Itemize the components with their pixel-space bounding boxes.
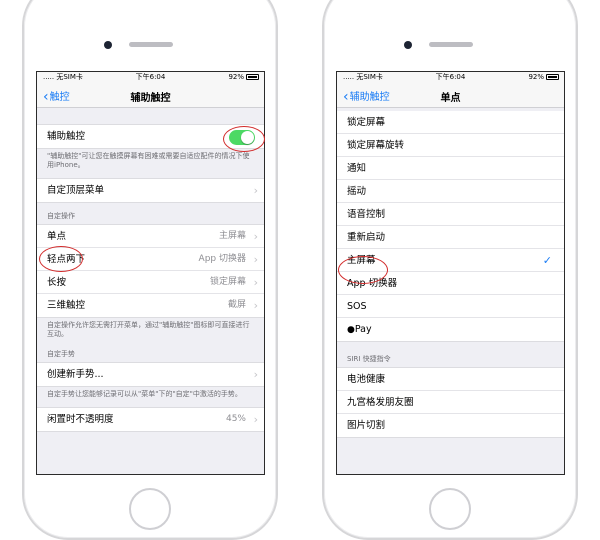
option-row[interactable]: App 切换器	[337, 272, 564, 295]
battery-icon	[546, 74, 559, 80]
nav-bar: ‹辅助触控 单点	[337, 83, 564, 108]
action-value: 截屏	[227, 300, 246, 310]
chevron-right-icon: ›	[253, 368, 258, 381]
custom-gestures-group: 创建新手势... ›	[37, 362, 264, 387]
customize-menu-label: 自定顶层菜单	[47, 185, 105, 196]
assistive-touch-toggle[interactable]	[229, 130, 255, 145]
page-title: 辅助触控	[130, 93, 171, 104]
battery-percent: 92%	[528, 73, 544, 81]
option-label: App 切换器	[347, 278, 398, 289]
siri-shortcut-label: 电池健康	[347, 374, 386, 385]
siri-shortcut-label: 九宫格发朋友圈	[347, 397, 414, 408]
idle-opacity-value: 45%	[225, 414, 246, 424]
action-label: 单点	[47, 231, 67, 242]
siri-shortcuts-header: SIRI 快捷指令	[347, 355, 391, 363]
siri-shortcut-label: 图片切割	[347, 420, 386, 431]
action-row-3d-touch[interactable]: 三维触控 截屏 ›	[37, 294, 264, 317]
phone-right: ..... 无SIM卡 下午6:04 92% ‹辅助触控 单点 锁定屏幕 锁定屏…	[322, 0, 578, 540]
chevron-right-icon: ›	[253, 299, 258, 312]
status-bar: ..... 无SIM卡 下午6:04 92%	[337, 72, 564, 83]
battery-percent: 92%	[228, 73, 244, 81]
home-button[interactable]	[129, 488, 171, 530]
assistive-touch-row: 辅助触控	[37, 125, 264, 148]
action-value: 主屏幕	[218, 231, 246, 241]
battery-status: 92%	[528, 72, 559, 83]
earpiece-speaker	[129, 42, 173, 47]
create-gesture-row[interactable]: 创建新手势... ›	[37, 363, 264, 386]
custom-actions-description: 自定操作允许您无需打开菜单，通过"辅助触控"图标即可直接进行互动。	[47, 321, 250, 338]
front-camera	[104, 41, 112, 49]
custom-actions-group: 单点 主屏幕 › 轻点两下 App 切换器 › 长按 锁定屏幕 › 三维触控 截…	[37, 224, 264, 318]
action-value: App 切换器	[198, 254, 246, 264]
option-label: SOS	[347, 301, 367, 312]
gestures-description: 自定手势让您能够记录可以从"菜单"下的"自定"中激活的手势。	[47, 390, 242, 398]
siri-shortcut-row[interactable]: 图片切割	[337, 414, 564, 437]
nav-bar: ‹触控 辅助触控	[37, 83, 264, 108]
option-label: 锁定屏幕	[347, 117, 386, 128]
action-label: 长按	[47, 277, 67, 288]
phone-left: ..... 无SIM卡 下午6:04 92% ‹触控 辅助触控 辅助触控 "辅助…	[22, 0, 278, 540]
action-value: 锁定屏幕	[209, 277, 246, 287]
front-camera	[404, 41, 412, 49]
option-label: 语音控制	[347, 209, 386, 220]
option-label: 重新启动	[347, 232, 386, 243]
option-label: 主屏幕	[347, 255, 376, 266]
battery-icon	[246, 74, 259, 80]
action-row-long-press[interactable]: 长按 锁定屏幕 ›	[37, 271, 264, 294]
chevron-right-icon: ›	[253, 413, 258, 426]
menu-group: 自定顶层菜单 ›	[37, 178, 264, 203]
siri-shortcut-row[interactable]: 九宫格发朋友圈	[337, 391, 564, 414]
screen-right: ..... 无SIM卡 下午6:04 92% ‹辅助触控 单点 锁定屏幕 锁定屏…	[336, 71, 565, 475]
status-bar: ..... 无SIM卡 下午6:04 92%	[37, 72, 264, 83]
assistive-touch-description: "辅助触控"可让您在触摸屏幕有困难或需要自适应配件的情况下使用iPhone。	[47, 152, 250, 169]
action-label: 轻点两下	[47, 254, 86, 265]
option-row[interactable]: 锁定屏幕	[337, 111, 564, 134]
opacity-group: 闲置时不透明度 45% ›	[37, 407, 264, 432]
action-row-double-tap[interactable]: 轻点两下 App 切换器 ›	[37, 248, 264, 271]
customize-menu-row[interactable]: 自定顶层菜单 ›	[37, 179, 264, 202]
chevron-right-icon: ›	[253, 230, 258, 243]
option-row[interactable]: SOS	[337, 295, 564, 318]
action-row-single-tap[interactable]: 单点 主屏幕 ›	[37, 225, 264, 248]
assistive-touch-group: 辅助触控	[37, 124, 264, 149]
create-gesture-label: 创建新手势...	[47, 369, 104, 380]
idle-opacity-row[interactable]: 闲置时不透明度 45% ›	[37, 408, 264, 431]
screen-left: ..... 无SIM卡 下午6:04 92% ‹触控 辅助触控 辅助触控 "辅助…	[36, 71, 265, 475]
siri-shortcut-row[interactable]: 电池健康	[337, 368, 564, 391]
page-title: 单点	[440, 93, 461, 104]
option-row[interactable]: ●Pay	[337, 318, 564, 341]
chevron-right-icon: ›	[253, 184, 258, 197]
assistive-touch-label: 辅助触控	[47, 131, 86, 142]
action-options-group: 锁定屏幕 锁定屏幕旋转 通知 摇动 语音控制 重新启动 主屏幕 ✓ App 切换…	[337, 111, 564, 342]
option-row[interactable]: 重新启动	[337, 226, 564, 249]
custom-actions-header: 自定操作	[47, 212, 75, 220]
action-label: 三维触控	[47, 300, 86, 311]
option-row[interactable]: 摇动	[337, 180, 564, 203]
idle-opacity-label: 闲置时不透明度	[47, 414, 114, 425]
battery-status: 92%	[228, 72, 259, 83]
earpiece-speaker	[429, 42, 473, 47]
option-label: 通知	[347, 163, 367, 174]
option-label: 锁定屏幕旋转	[347, 140, 405, 151]
option-label: 摇动	[347, 186, 367, 197]
option-row[interactable]: 通知	[337, 157, 564, 180]
home-button[interactable]	[429, 488, 471, 530]
option-row[interactable]: 锁定屏幕旋转	[337, 134, 564, 157]
option-label: Pay	[354, 324, 372, 335]
siri-shortcuts-group: 电池健康 九宫格发朋友圈 图片切割	[337, 367, 564, 438]
custom-gestures-header: 自定手势	[47, 350, 75, 358]
option-row-selected[interactable]: 主屏幕 ✓	[337, 249, 564, 272]
checkmark-icon: ✓	[542, 254, 552, 267]
option-row[interactable]: 语音控制	[337, 203, 564, 226]
chevron-right-icon: ›	[253, 253, 258, 266]
apple-logo-icon: ●	[347, 325, 355, 335]
chevron-right-icon: ›	[253, 276, 258, 289]
